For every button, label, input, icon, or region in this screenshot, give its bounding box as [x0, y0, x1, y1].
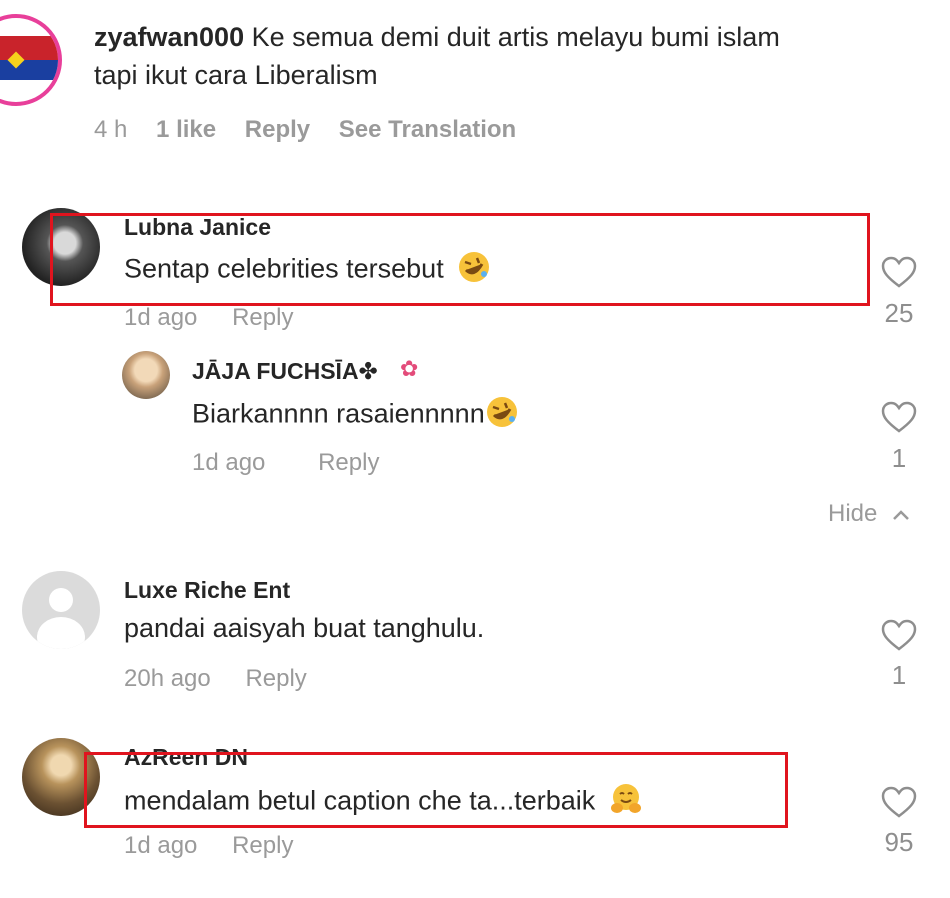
like-count: 25 [884, 298, 914, 328]
reply-button[interactable]: Reply [232, 304, 293, 331]
hide-replies-button[interactable]: Hide [828, 500, 910, 528]
heart-icon[interactable] [881, 786, 917, 820]
comment-body: Biarkannnn rasaiennnnn [192, 398, 485, 429]
username[interactable]: Luxe Riche Ent [124, 577, 290, 604]
heart-icon[interactable] [881, 256, 917, 290]
flower-emoji: ✿ [400, 356, 419, 381]
username[interactable]: JĀJA FUCHSĪA✤ [192, 358, 378, 385]
highlight-box [84, 752, 788, 828]
comment-text: Biarkannnn rasaiennnnn [192, 395, 519, 436]
chevron-up-icon [893, 509, 909, 520]
timestamp: 4 h [94, 116, 128, 143]
timestamp: 1d ago [124, 304, 198, 331]
hide-label: Hide [828, 500, 878, 527]
comment-meta: 20h ago Reply [124, 665, 307, 693]
avatar[interactable] [122, 351, 170, 399]
see-translation-button[interactable]: See Translation [339, 116, 516, 143]
comment-meta: 1d ago Reply [124, 304, 293, 332]
default-avatar-icon[interactable] [22, 571, 100, 649]
reply-button[interactable]: Reply [232, 832, 293, 859]
likes-count[interactable]: 1 like [156, 116, 216, 143]
rolling-on-floor-laughing-emoji [485, 395, 519, 436]
comment-meta: 1d ago Reply [124, 832, 293, 860]
reply-button[interactable]: Reply [245, 116, 310, 143]
like-count: 95 [884, 827, 914, 857]
like-count: 1 [891, 443, 907, 473]
heart-icon[interactable] [881, 619, 917, 653]
timestamp: 1d ago [124, 832, 198, 859]
avatar[interactable] [0, 14, 62, 106]
timestamp: 20h ago [124, 665, 211, 692]
comment-meta: 1d ago Reply [192, 449, 379, 477]
comment-text-line2: tapi ikut cara Liberalism [94, 60, 378, 90]
timestamp: 1d ago [192, 449, 266, 476]
comment-text: zyafwan000 Ke semua demi duit artis mela… [94, 22, 934, 53]
reply-button[interactable]: Reply [318, 449, 379, 476]
comment-text-line1: Ke semua demi duit artis melayu bumi isl… [251, 22, 780, 52]
username[interactable]: zyafwan000 [94, 22, 244, 52]
highlight-box [50, 213, 870, 306]
comment-text: pandai aaisyah buat tanghulu. [124, 613, 485, 643]
like-count: 1 [891, 660, 907, 690]
comment-meta: 4 h 1 like Reply See Translation [94, 116, 516, 144]
reply-button[interactable]: Reply [245, 665, 306, 692]
heart-icon[interactable] [881, 401, 917, 435]
